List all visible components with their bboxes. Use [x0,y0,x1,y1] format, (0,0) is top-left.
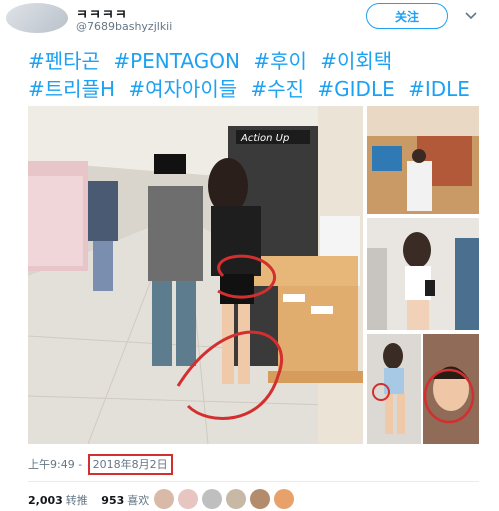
photo-thumbnail-bottom-left[interactable] [367,334,421,444]
follow-button[interactable]: 关注 [366,3,448,29]
hashtag-link[interactable]: #트리플H [28,77,115,101]
user-handle[interactable]: @7689bashyzjlkii [76,20,172,33]
photo-thumbnail-middle[interactable] [367,218,479,330]
hashtag-link[interactable]: #이회택 [320,49,392,73]
like-label: 喜欢 [127,494,150,507]
liker-avatar[interactable] [154,489,174,509]
liker-avatar[interactable] [274,489,294,509]
main-photo[interactable]: Action Up [28,106,363,444]
liker-avatar[interactable] [202,489,222,509]
tweet-hashtags: #펜타곤 #PENTAGON #후이 #이회택 #트리플H #여자아이들 #수진… [28,47,488,103]
tweet-stats: 2,003 转推 953 喜欢 [28,492,149,508]
hashtag-link[interactable]: #수진 [250,77,304,101]
divider [28,481,479,482]
retweet-count: 2,003 [28,494,63,507]
photo-thumbnail-top[interactable] [367,106,479,214]
user-avatar[interactable] [6,3,68,33]
liker-avatar[interactable] [226,489,246,509]
hashtag-link[interactable]: #후이 [253,49,307,73]
chevron-down-icon[interactable] [462,6,480,24]
like-count: 953 [101,494,125,507]
tweet-date-highlighted: 2018年8月2日 [87,454,173,475]
time-separator: - [74,458,86,471]
hashtag-link[interactable]: #여자아이들 [128,77,237,101]
retweet-label: 转推 [65,494,88,507]
hashtag-link[interactable]: #IDLE [408,77,470,101]
hashtag-link[interactable]: #펜타곤 [28,49,100,73]
liker-avatar[interactable] [250,489,270,509]
photo-thumbnail-bottom-right[interactable] [423,334,479,444]
hashtag-link[interactable]: #GIDLE [317,77,394,101]
retweet-stat[interactable]: 2,003 转推 [28,494,88,507]
liker-avatar[interactable] [178,489,198,509]
hashtag-link[interactable]: #PENTAGON [113,49,240,73]
storefront-sign: Action Up [240,133,289,144]
tweet-timestamp[interactable]: 上午9:49 - 2018年8月2日 [28,454,173,475]
like-stat[interactable]: 953 喜欢 [101,494,149,507]
tweet-time: 上午9:49 [28,458,75,471]
